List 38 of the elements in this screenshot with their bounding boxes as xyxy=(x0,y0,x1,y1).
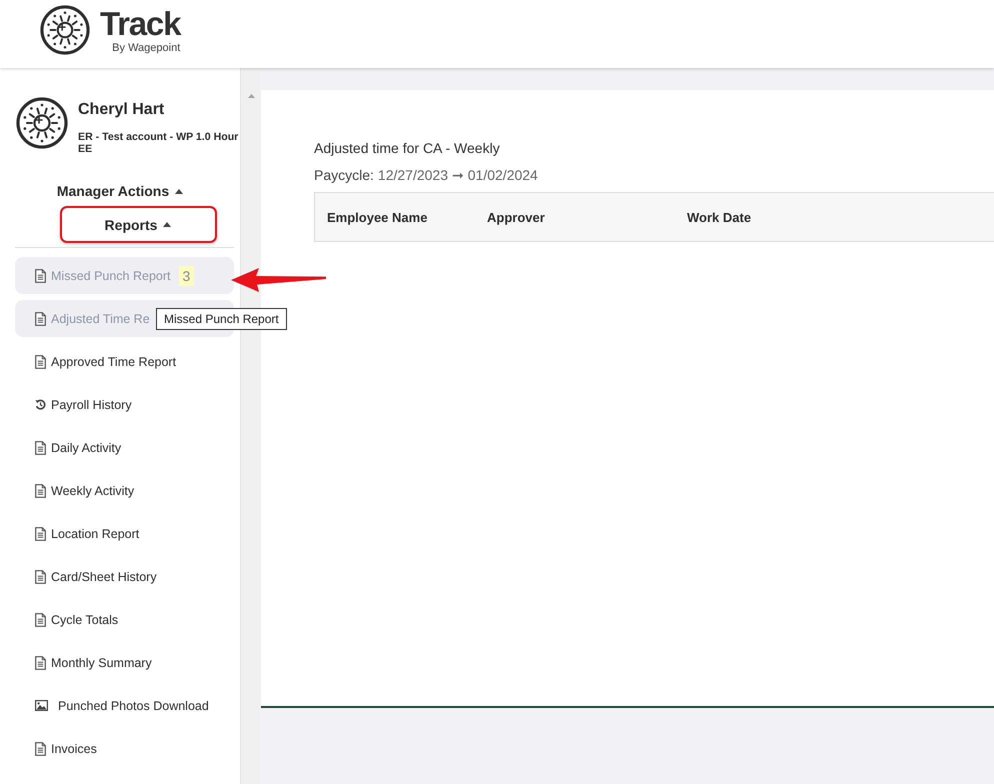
menu-item[interactable]: Invoices xyxy=(15,730,234,767)
logo-icon xyxy=(40,5,90,55)
count-badge: 3 xyxy=(178,266,194,286)
paycycle-label: Paycycle: xyxy=(314,166,374,184)
tooltip: Missed Punch Report xyxy=(156,308,287,330)
menu-item[interactable]: Monthly Summary xyxy=(15,644,234,681)
document-icon xyxy=(35,312,46,326)
column-header[interactable]: Work Date xyxy=(687,210,752,224)
menu-item[interactable]: Daily Activity xyxy=(15,429,234,466)
section-toggle[interactable]: Reports xyxy=(60,206,216,243)
menu-item[interactable]: Card/Sheet History xyxy=(15,558,234,595)
account-name: ER - Test account - WP 1.0 Hour EE xyxy=(78,131,238,155)
paycycle-dates: 12/27/2023 ➞ 01/02/2024 xyxy=(378,166,538,184)
history-icon xyxy=(35,399,46,410)
document-icon xyxy=(35,354,46,368)
report-title: Adjusted time for CA - Weekly xyxy=(314,139,501,157)
section-toggle[interactable]: Manager Actions xyxy=(50,181,190,201)
brand-name: Track xyxy=(100,6,180,40)
menu-item[interactable]: Payroll History xyxy=(15,386,234,423)
image-icon xyxy=(35,700,48,711)
menu-item[interactable]: Weekly Activity xyxy=(15,472,234,509)
document-icon xyxy=(35,526,46,540)
menu-item[interactable]: Location Report xyxy=(15,515,234,552)
avatar-icon xyxy=(16,97,68,149)
document-icon xyxy=(35,656,46,670)
document-icon xyxy=(35,570,46,584)
document-icon xyxy=(35,440,46,454)
document-icon xyxy=(35,612,46,626)
document-icon xyxy=(35,484,46,498)
brand-tagline: By Wagepoint xyxy=(112,42,180,54)
user-name: Cheryl Hart xyxy=(78,101,166,119)
document-icon xyxy=(35,268,46,282)
menu-item[interactable]: Cycle Totals xyxy=(15,601,234,638)
menu-item[interactable]: Punched Photos Download xyxy=(15,687,234,724)
column-header[interactable]: Approver xyxy=(487,210,545,224)
column-header[interactable]: Employee Name xyxy=(327,210,428,224)
menu-item[interactable]: Approved Time Report xyxy=(15,343,234,380)
document-icon xyxy=(35,742,46,756)
